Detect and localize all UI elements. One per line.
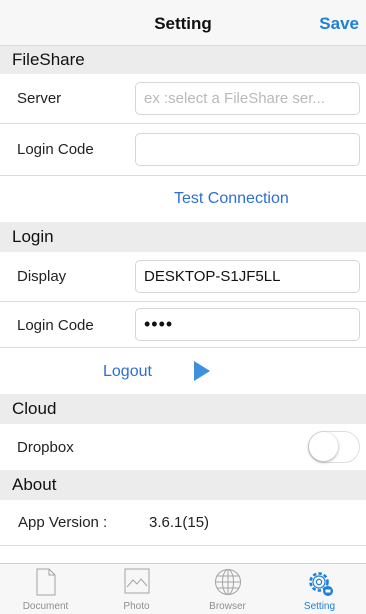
tab-browser[interactable]: Browser — [182, 564, 273, 614]
document-icon — [36, 568, 55, 596]
tab-document[interactable]: Document — [0, 564, 91, 614]
test-connection-button[interactable]: Test Connection — [174, 190, 289, 208]
dropbox-toggle[interactable] — [308, 431, 360, 463]
tab-bar: Document Photo Browser Setting — [0, 563, 366, 614]
app-version-value: 3.6.1(15) — [149, 514, 210, 531]
cloud-section-header: Cloud — [0, 394, 366, 424]
dropbox-row: Dropbox — [0, 424, 366, 470]
app-version-label: App Version : — [18, 514, 108, 531]
globe-icon — [214, 569, 241, 595]
page-title: Setting — [154, 14, 212, 33]
display-row: Display — [0, 252, 366, 302]
fileshare-login-code-input[interactable] — [135, 133, 360, 166]
play-icon[interactable] — [194, 361, 210, 381]
tab-label-document: Document — [22, 601, 69, 612]
server-input[interactable] — [135, 82, 360, 115]
login-code-input[interactable] — [135, 308, 360, 341]
about-section-header: About — [0, 470, 366, 500]
login-code-row: Login Code — [0, 302, 366, 348]
logout-row: Logout — [0, 348, 366, 394]
gear-icon — [308, 572, 333, 596]
tab-label-browser: Browser — [209, 601, 246, 612]
server-row: Server — [0, 74, 366, 124]
tab-label-setting: Setting — [303, 601, 336, 612]
fileshare-login-code-row: Login Code — [0, 124, 366, 176]
server-label: Server — [17, 90, 62, 107]
toggle-knob — [309, 432, 338, 461]
fileshare-section-header: FileShare — [0, 46, 366, 74]
photo-icon — [124, 568, 149, 594]
dropbox-label: Dropbox — [17, 439, 74, 456]
navigation-bar: Setting Save — [0, 0, 366, 46]
save-button[interactable]: Save — [319, 14, 359, 34]
logout-button[interactable]: Logout — [103, 363, 152, 381]
login-code-label: Login Code — [17, 141, 94, 158]
app-version-row: App Version : 3.6.1(15) — [0, 500, 366, 546]
display-label: Display — [17, 268, 67, 285]
tab-label-photo: Photo — [123, 601, 150, 612]
display-input[interactable] — [135, 260, 360, 293]
login-section-header: Login — [0, 222, 366, 252]
test-connection-row: Test Connection — [0, 176, 366, 222]
login-code-label: Login Code — [17, 317, 94, 334]
tab-photo[interactable]: Photo — [91, 564, 182, 614]
tab-setting[interactable]: Setting — [273, 564, 366, 614]
